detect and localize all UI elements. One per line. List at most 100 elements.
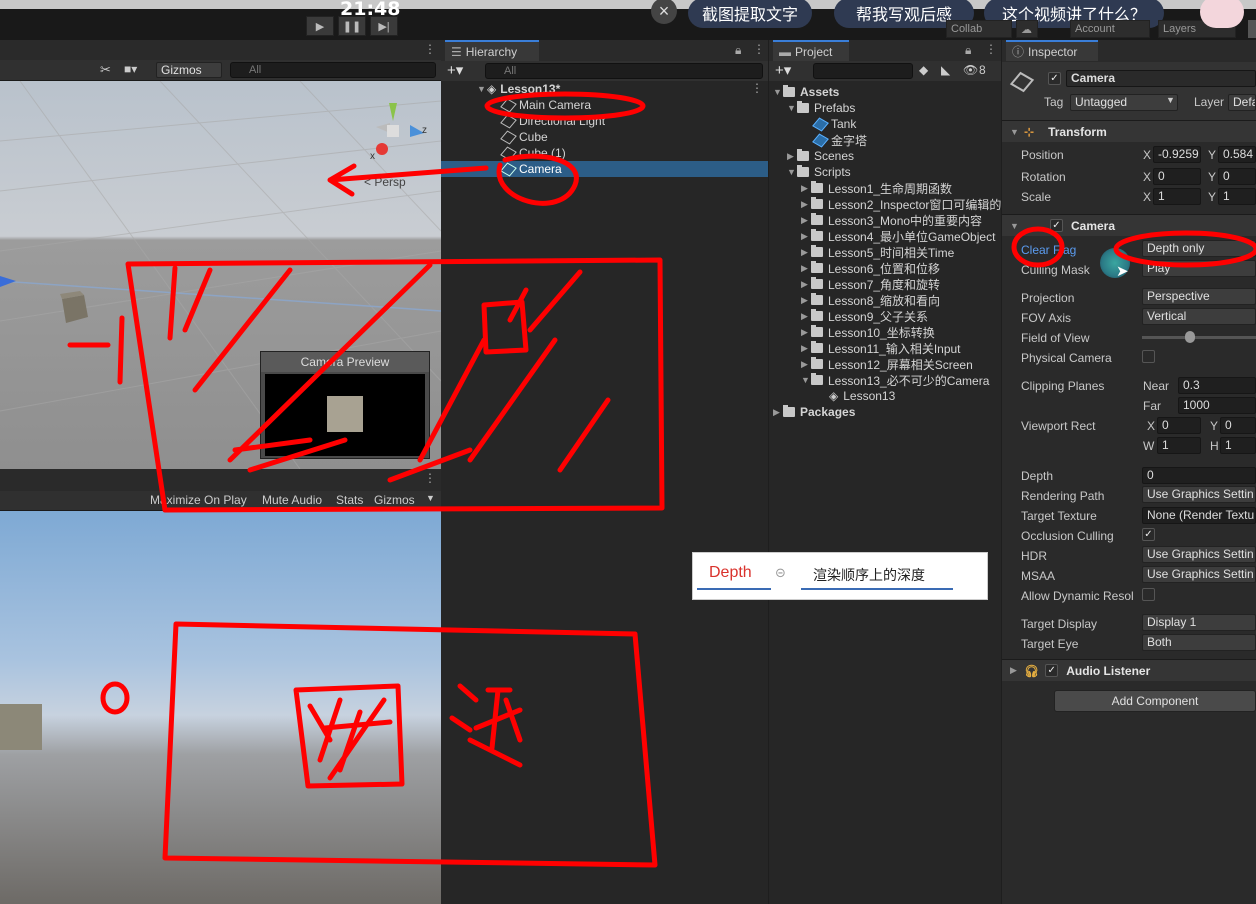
add-component-button[interactable]: Add Component: [1054, 690, 1256, 712]
prefab-item-pyramid[interactable]: 金字塔: [812, 132, 867, 148]
clear-flags-dropdown[interactable]: Depth only: [1142, 240, 1256, 257]
lesson-folder-11[interactable]: ▶ Lesson11_输入相关Input: [801, 340, 961, 356]
tab-hierarchy[interactable]: ☰ Hierarchy: [445, 40, 539, 61]
physical-camera-checkbox[interactable]: [1142, 350, 1155, 363]
game-viewport[interactable]: [0, 511, 441, 904]
tools-icon[interactable]: ✂: [100, 62, 111, 78]
target-eye-dropdown[interactable]: Both: [1142, 634, 1256, 651]
audio-listener-checkbox[interactable]: ✓: [1045, 664, 1059, 677]
pill-extract-text[interactable]: 截图提取文字: [688, 0, 812, 28]
position-x-field[interactable]: -0.9259: [1153, 146, 1201, 163]
collapse-icon[interactable]: ▶: [801, 231, 811, 242]
expand-icon[interactable]: ▼: [773, 87, 783, 97]
culling-mask-dropdown[interactable]: Play: [1142, 260, 1256, 277]
camera-icon[interactable]: ■▾: [124, 62, 137, 76]
filter-label-icon[interactable]: ◣: [941, 63, 950, 77]
tooltip-swap-icon[interactable]: ⊝: [775, 565, 786, 581]
vp-y-field[interactable]: 0: [1220, 417, 1256, 434]
collapse-icon[interactable]: ▶: [801, 359, 811, 370]
hierarchy-search-input[interactable]: All: [485, 63, 763, 79]
fov-slider-track[interactable]: [1142, 336, 1256, 339]
vp-w-field[interactable]: 1: [1157, 437, 1201, 454]
expand-icon[interactable]: ▼: [787, 103, 797, 113]
project-folder-scripts[interactable]: ▼ Scripts: [787, 164, 851, 180]
lesson-folder-12[interactable]: ▶ Lesson12_屏幕相关Screen: [801, 356, 973, 372]
fold-icon[interactable]: ▼: [1010, 127, 1020, 137]
project-folder-packages[interactable]: ▶ Packages: [773, 404, 855, 420]
projection-dropdown[interactable]: Perspective: [1142, 288, 1256, 305]
lesson-folder-4[interactable]: ▶ Lesson4_最小单位GameObject: [801, 228, 995, 244]
lesson-folder-9[interactable]: ▶ Lesson9_父子关系: [801, 308, 928, 324]
scene-more-icon[interactable]: ⋮: [751, 81, 763, 95]
stats-button[interactable]: Stats: [336, 493, 363, 507]
tab-inspector[interactable]: ⓘ Inspector: [1006, 40, 1098, 61]
hierarchy-more-icon[interactable]: ⋮: [753, 42, 765, 56]
lesson-folder-1[interactable]: ▶ Lesson1_生命周期函数: [801, 180, 952, 196]
hdr-dropdown[interactable]: Use Graphics Settin: [1142, 546, 1256, 563]
target-texture-field[interactable]: None (Render Textu: [1142, 507, 1256, 524]
lesson-folder-5[interactable]: ▶ Lesson5_时间相关Time: [801, 244, 954, 260]
collapse-icon[interactable]: ▶: [801, 311, 811, 322]
collapse-icon[interactable]: ▶: [1010, 665, 1020, 676]
lesson-folder-8[interactable]: ▶ Lesson8_缩放和看向: [801, 292, 940, 308]
hierarchy-item-cube-1[interactable]: Cube (1): [500, 145, 566, 161]
game-gizmos-button[interactable]: Gizmos: [374, 493, 415, 507]
project-folder-prefabs[interactable]: ▼ Prefabs: [787, 100, 855, 116]
transform-header[interactable]: ▼ ⊹ Transform: [1002, 120, 1256, 142]
layer-dropdown[interactable]: Defa: [1228, 94, 1256, 111]
dynamic-resolution-checkbox[interactable]: [1142, 588, 1155, 601]
scene-root-row[interactable]: ▼ ◈ Lesson13*: [477, 81, 767, 97]
hierarchy-item-main-camera[interactable]: Main Camera: [500, 97, 591, 113]
camera-component-header[interactable]: ▼ ✓ Camera: [1002, 214, 1256, 236]
expand-icon[interactable]: ▼: [801, 375, 811, 385]
rotation-x-field[interactable]: 0: [1153, 168, 1201, 185]
scene-asset-lesson13[interactable]: ◈ Lesson13: [829, 388, 895, 404]
project-search-input[interactable]: [813, 63, 913, 79]
lesson-folder-7[interactable]: ▶ Lesson7_角度和旋转: [801, 276, 940, 292]
project-folder-scenes[interactable]: ▶ Scenes: [787, 148, 854, 164]
depth-field[interactable]: 0: [1142, 467, 1256, 484]
vp-x-field[interactable]: 0: [1157, 417, 1201, 434]
object-name-field[interactable]: Camera: [1066, 70, 1256, 87]
near-field[interactable]: 0.3: [1178, 377, 1256, 394]
collapse-icon[interactable]: ▶: [801, 295, 811, 306]
vp-h-field[interactable]: 1: [1220, 437, 1256, 454]
expand-icon[interactable]: ▼: [787, 167, 797, 177]
collapse-icon[interactable]: ▶: [801, 199, 811, 210]
position-y-field[interactable]: 0.584: [1218, 146, 1256, 163]
project-folder-assets[interactable]: ▼ Assets: [773, 84, 839, 100]
game-gizmos-arrow-icon[interactable]: ▼: [426, 493, 435, 503]
occlusion-culling-checkbox[interactable]: ✓: [1142, 528, 1155, 541]
collapse-icon[interactable]: ▶: [801, 343, 811, 354]
camera-enabled-checkbox[interactable]: ✓: [1050, 219, 1063, 232]
project-create-plus-icon[interactable]: +▾: [775, 61, 791, 79]
collapse-icon[interactable]: ▶: [801, 279, 811, 290]
collapse-icon[interactable]: ▶: [773, 407, 783, 418]
target-display-dropdown[interactable]: Display 1: [1142, 614, 1256, 631]
account-dropdown[interactable]: Account: [1070, 20, 1150, 38]
hierarchy-item-directional-light[interactable]: Directional Light: [500, 113, 605, 129]
mute-audio-button[interactable]: Mute Audio: [262, 493, 322, 507]
far-field[interactable]: 1000: [1178, 397, 1256, 414]
rendering-path-dropdown[interactable]: Use Graphics Settin: [1142, 486, 1256, 503]
play-button[interactable]: ▶: [306, 16, 334, 36]
collapse-icon[interactable]: ▶: [801, 327, 811, 338]
orientation-gizmo[interactable]: x z: [362, 99, 432, 165]
fold-icon[interactable]: ▼: [1010, 221, 1020, 231]
rotation-y-field[interactable]: 0: [1218, 168, 1256, 185]
create-plus-icon[interactable]: +▾: [447, 61, 463, 79]
tag-dropdown[interactable]: Untagged: [1070, 94, 1178, 111]
lock-icon[interactable]: 🔒︎: [735, 43, 741, 58]
prefab-item-tank[interactable]: Tank: [812, 116, 856, 132]
audio-listener-header[interactable]: ▶ 🎧︎ ✓ Audio Listener: [1002, 659, 1256, 681]
msaa-dropdown[interactable]: Use Graphics Settin: [1142, 566, 1256, 583]
scene-search-input[interactable]: All: [230, 62, 436, 78]
game-more-icon[interactable]: ⋮: [424, 471, 436, 485]
fov-slider-thumb[interactable]: [1184, 331, 1195, 343]
avatar[interactable]: [1200, 0, 1244, 28]
project-lock-icon[interactable]: 🔒︎: [965, 43, 971, 58]
project-more-icon[interactable]: ⋮: [985, 42, 997, 56]
collapse-icon[interactable]: ▶: [801, 215, 811, 226]
filter-type-icon[interactable]: ◆: [919, 63, 928, 77]
tag-chevron-down-icon[interactable]: ▼: [1166, 95, 1175, 105]
